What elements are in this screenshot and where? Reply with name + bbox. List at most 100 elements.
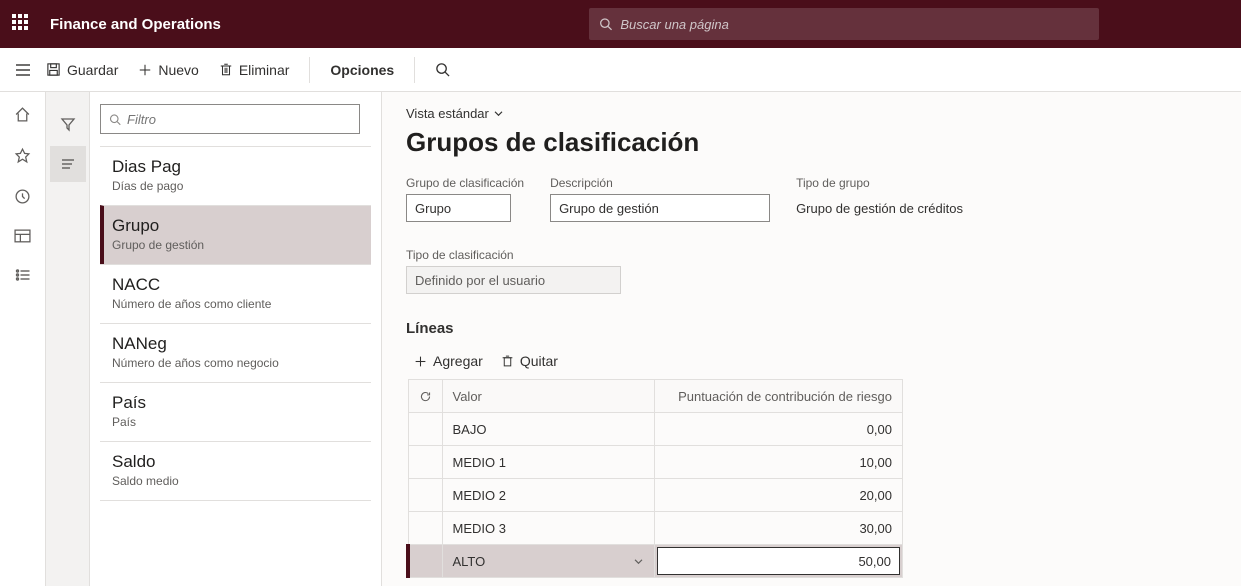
cell-score[interactable]: 50,00 bbox=[655, 545, 903, 578]
list-item-title: Saldo bbox=[112, 452, 359, 472]
list-item-subtitle: Número de años como negocio bbox=[112, 356, 359, 370]
save-label: Guardar bbox=[67, 62, 118, 78]
field-label: Grupo de clasificación bbox=[406, 176, 524, 190]
lines-section-title: Líneas bbox=[406, 320, 1217, 337]
app-launcher-icon[interactable] bbox=[12, 14, 32, 34]
field-label: Tipo de clasificación bbox=[406, 248, 621, 262]
score-input[interactable]: 50,00 bbox=[657, 547, 900, 575]
table-row[interactable]: ALTO 50,00 bbox=[408, 545, 903, 578]
field-label: Tipo de grupo bbox=[796, 176, 1006, 190]
cell-score[interactable]: 30,00 bbox=[655, 512, 903, 545]
command-bar: Guardar Nuevo Eliminar Opciones bbox=[0, 48, 1241, 92]
global-search[interactable] bbox=[589, 8, 1099, 40]
search-icon bbox=[599, 17, 612, 31]
grupo-input[interactable]: Grupo bbox=[406, 194, 511, 222]
modules-icon[interactable] bbox=[14, 268, 31, 282]
save-icon bbox=[46, 62, 61, 77]
list-item-subtitle: Número de años como cliente bbox=[112, 297, 359, 311]
topbar: Finance and Operations bbox=[0, 0, 1241, 48]
main-layout: Dias Pag Días de pago Grupo Grupo de ges… bbox=[0, 92, 1241, 586]
cell-score[interactable]: 20,00 bbox=[655, 479, 903, 512]
add-line-button[interactable]: Agregar bbox=[414, 353, 483, 369]
app-title: Finance and Operations bbox=[50, 16, 221, 33]
list-panel: Dias Pag Días de pago Grupo Grupo de ges… bbox=[90, 92, 382, 586]
content-area: Vista estándar Grupos de clasificación G… bbox=[382, 92, 1241, 586]
new-button[interactable]: Nuevo bbox=[138, 62, 198, 78]
lines-toolbar: Agregar Quitar bbox=[406, 347, 1217, 379]
search-input[interactable] bbox=[620, 17, 1089, 32]
field-tipo-clasificacion: Tipo de clasificación Definido por el us… bbox=[406, 248, 621, 294]
list-item[interactable]: NACC Número de años como cliente bbox=[100, 264, 371, 323]
list-item[interactable]: NANeg Número de años como negocio bbox=[100, 323, 371, 382]
view-label: Vista estándar bbox=[406, 106, 489, 121]
delete-label: Eliminar bbox=[239, 62, 290, 78]
row-marker[interactable] bbox=[408, 479, 442, 512]
clock-icon[interactable] bbox=[14, 188, 31, 205]
filter-input[interactable] bbox=[127, 112, 351, 127]
filter-funnel-button[interactable] bbox=[50, 106, 86, 142]
cell-valor[interactable]: MEDIO 1 bbox=[442, 446, 655, 479]
list-item[interactable]: Saldo Saldo medio bbox=[100, 441, 371, 501]
list-item[interactable]: País País bbox=[100, 382, 371, 441]
field-descripcion: Descripción Grupo de gestión bbox=[550, 176, 770, 222]
options-button[interactable]: Opciones bbox=[330, 62, 394, 78]
list-item[interactable]: Dias Pag Días de pago bbox=[100, 146, 371, 205]
column-valor[interactable]: Valor bbox=[442, 380, 655, 413]
star-icon[interactable] bbox=[14, 147, 31, 164]
field-grupo: Grupo de clasificación Grupo bbox=[406, 176, 524, 222]
table-row[interactable]: MEDIO 3 30,00 bbox=[408, 512, 903, 545]
cell-score[interactable]: 10,00 bbox=[655, 446, 903, 479]
list-item-title: Dias Pag bbox=[112, 157, 359, 177]
row-marker[interactable] bbox=[408, 446, 442, 479]
cell-valor[interactable]: MEDIO 3 bbox=[442, 512, 655, 545]
delete-button[interactable]: Eliminar bbox=[219, 62, 290, 78]
search-icon bbox=[435, 62, 450, 77]
table-row[interactable]: MEDIO 2 20,00 bbox=[408, 479, 903, 512]
cell-valor[interactable]: BAJO bbox=[442, 413, 655, 446]
cell-valor-text: ALTO bbox=[453, 554, 486, 569]
row-marker[interactable] bbox=[408, 512, 442, 545]
lines-grid: Valor Puntuación de contribución de ries… bbox=[406, 379, 903, 578]
page-title: Grupos de clasificación bbox=[406, 127, 1217, 158]
remove-line-button[interactable]: Quitar bbox=[501, 353, 558, 369]
view-switcher[interactable]: Vista estándar bbox=[406, 106, 1217, 121]
funnel-icon bbox=[60, 116, 76, 132]
save-button[interactable]: Guardar bbox=[46, 62, 118, 78]
list-item-title: País bbox=[112, 393, 359, 413]
filter-input-wrap[interactable] bbox=[100, 104, 360, 134]
divider bbox=[309, 57, 310, 83]
cell-valor[interactable]: ALTO bbox=[442, 545, 655, 578]
cell-valor[interactable]: MEDIO 2 bbox=[442, 479, 655, 512]
remove-label: Quitar bbox=[520, 353, 558, 369]
home-icon[interactable] bbox=[14, 106, 31, 123]
refresh-column-header[interactable] bbox=[408, 380, 442, 413]
plus-icon bbox=[138, 63, 152, 77]
options-label: Opciones bbox=[330, 62, 394, 78]
list-item[interactable]: Grupo Grupo de gestión bbox=[100, 205, 371, 264]
cell-score[interactable]: 0,00 bbox=[655, 413, 903, 446]
table-row[interactable]: BAJO 0,00 bbox=[408, 413, 903, 446]
descripcion-input[interactable]: Grupo de gestión bbox=[550, 194, 770, 222]
filter-rail bbox=[46, 92, 90, 586]
header-fields: Grupo de clasificación Grupo Descripción… bbox=[406, 176, 1217, 294]
row-marker[interactable] bbox=[408, 545, 442, 578]
chevron-down-icon[interactable] bbox=[633, 558, 644, 565]
list-item-subtitle: País bbox=[112, 415, 359, 429]
find-button[interactable] bbox=[435, 62, 450, 77]
trash-icon bbox=[501, 354, 514, 368]
workspace-icon[interactable] bbox=[14, 229, 31, 244]
column-score[interactable]: Puntuación de contribución de riesgo bbox=[655, 380, 903, 413]
list-icon bbox=[60, 157, 76, 171]
list-item-subtitle: Grupo de gestión bbox=[112, 238, 359, 252]
trash-icon bbox=[219, 62, 233, 77]
refresh-icon bbox=[419, 390, 432, 403]
hamburger-button[interactable] bbox=[0, 48, 46, 92]
table-row[interactable]: MEDIO 1 10,00 bbox=[408, 446, 903, 479]
chevron-down-icon bbox=[493, 110, 504, 117]
list-item-title: NANeg bbox=[112, 334, 359, 354]
row-marker[interactable] bbox=[408, 413, 442, 446]
tipo-grupo-value: Grupo de gestión de créditos bbox=[796, 194, 1006, 222]
list-item-subtitle: Días de pago bbox=[112, 179, 359, 193]
new-label: Nuevo bbox=[158, 62, 198, 78]
list-view-button[interactable] bbox=[50, 146, 86, 182]
